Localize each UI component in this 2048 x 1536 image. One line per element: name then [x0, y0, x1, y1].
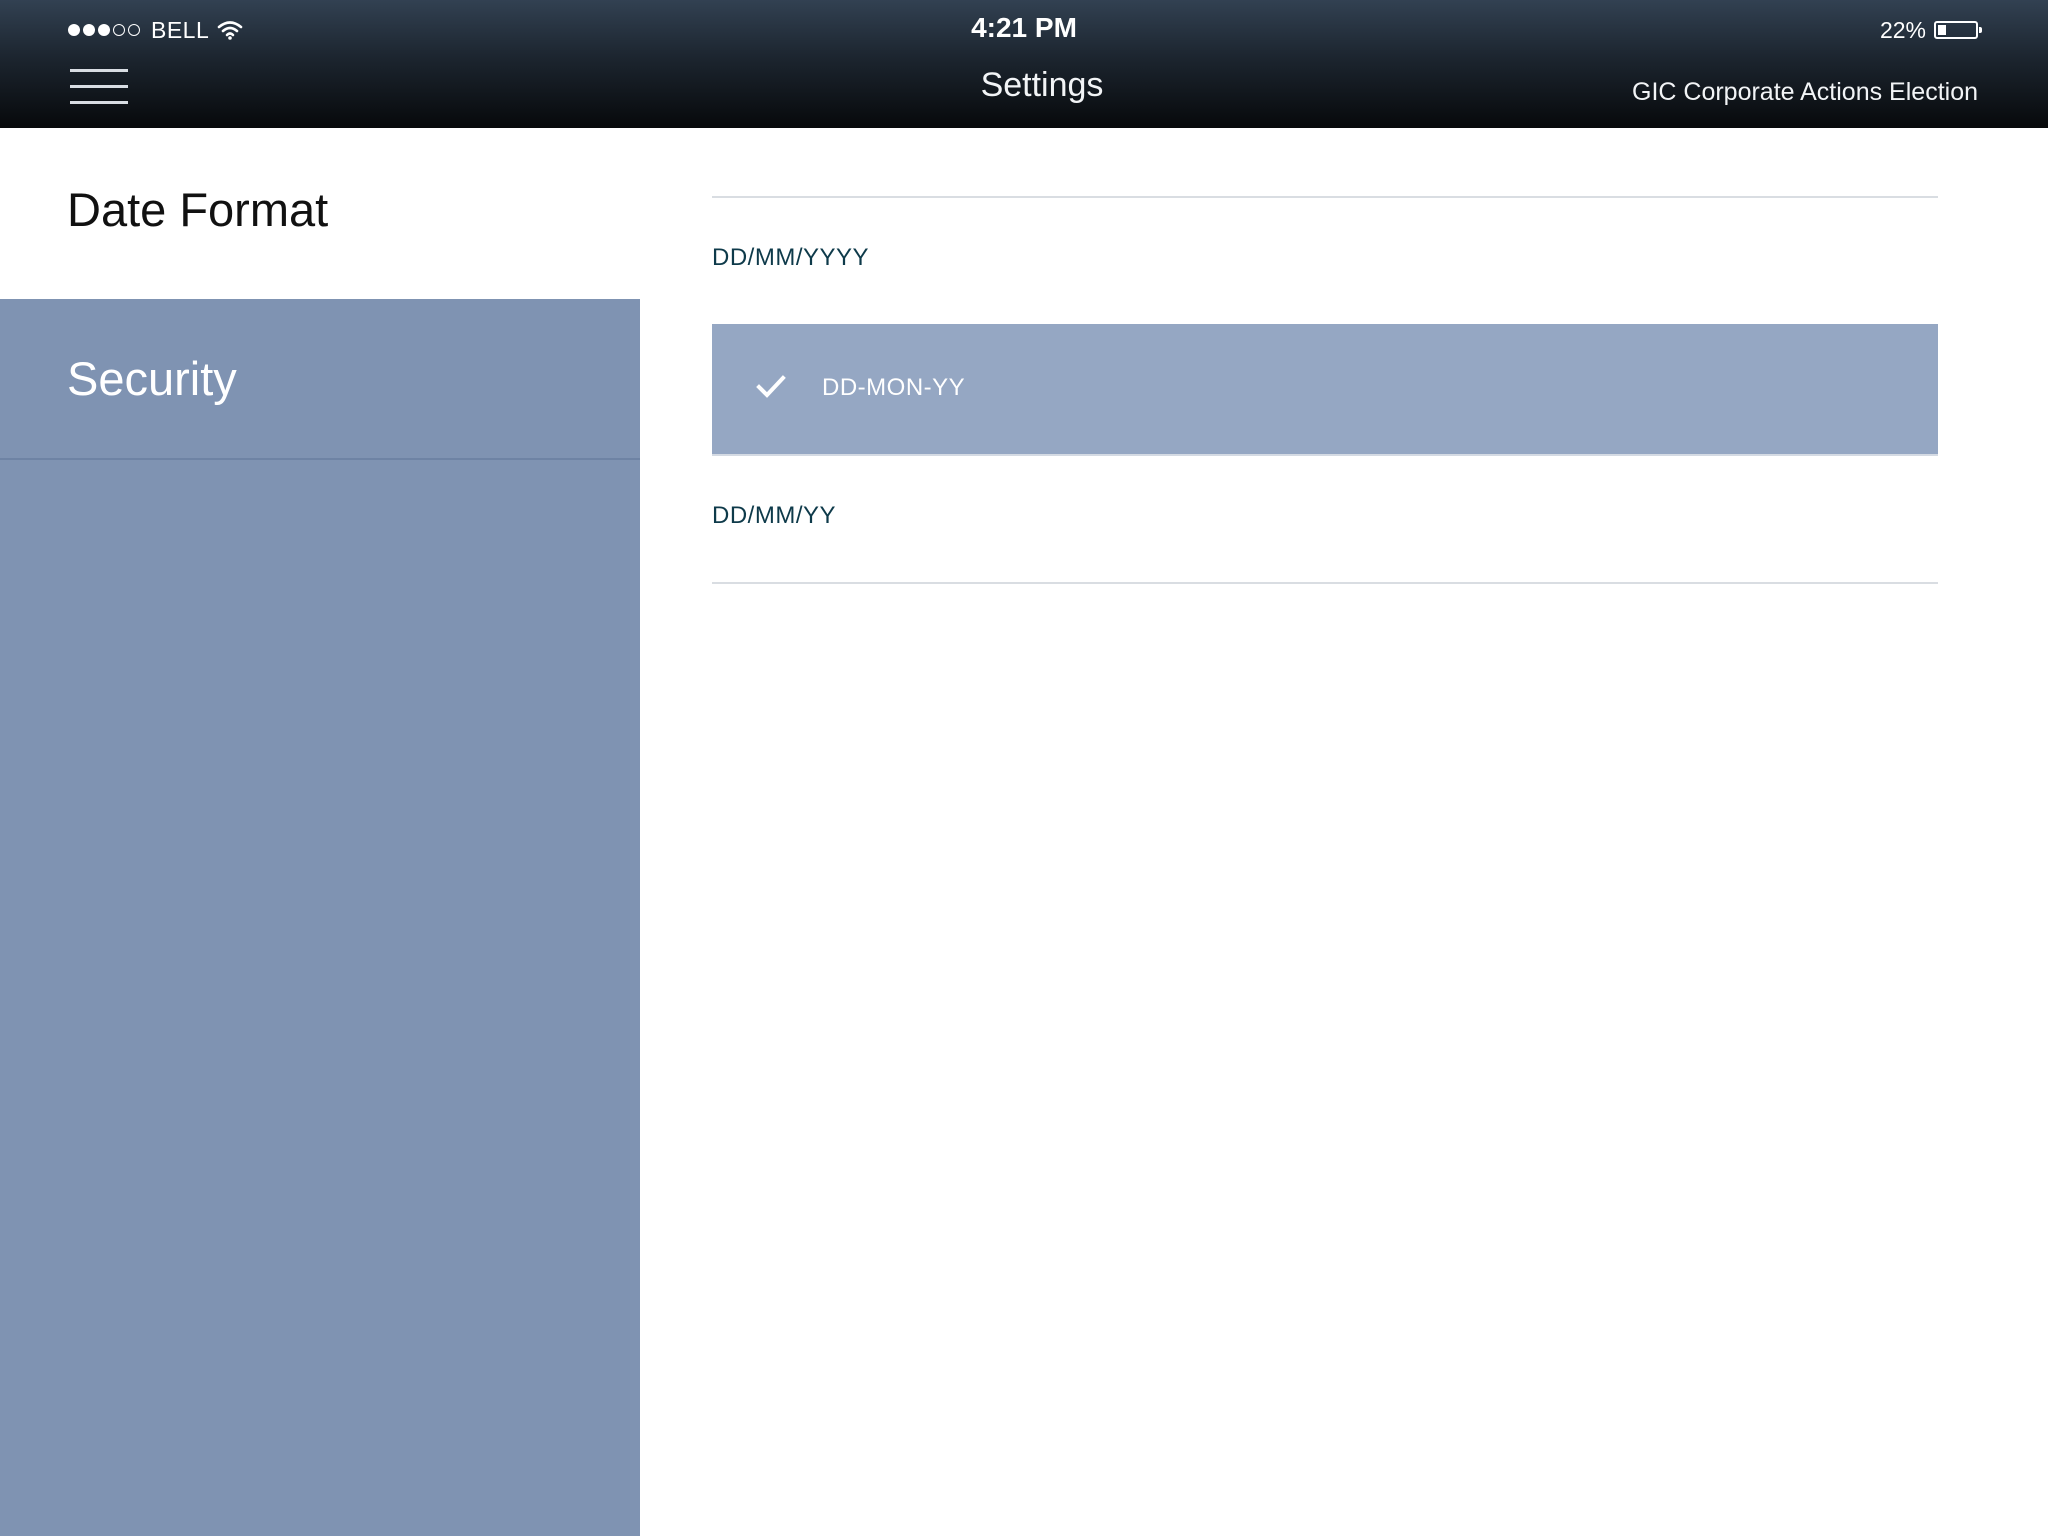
checkmark-icon — [756, 375, 786, 398]
app-name: GIC Corporate Actions Election — [1632, 78, 1978, 106]
date-format-option-dd-mm-yyyy[interactable]: DD/MM/YYYY — [712, 196, 1938, 324]
sidebar-item-date-format[interactable]: Date Format — [0, 128, 640, 299]
battery-percent: 22% — [1879, 16, 1926, 43]
battery-icon — [1934, 21, 1982, 39]
sidebar-item-label: Security — [67, 352, 237, 405]
date-format-option-dd-mm-yy[interactable]: DD/MM/YY — [712, 456, 1938, 584]
sidebar-item-security[interactable]: Security — [0, 299, 640, 460]
sidebar-item-label: Date Format — [67, 183, 329, 236]
option-label: DD/MM/YY — [712, 502, 836, 529]
top-bar: BELL 4:21 PM 22% Settings GIC Corporate … — [0, 0, 2048, 128]
date-format-option-dd-mon-yy[interactable]: DD-MON-YY — [712, 324, 1938, 456]
date-format-options: DD/MM/YYYY DD-MON-YY DD/MM/YY — [712, 196, 1938, 584]
sidebar: Date Format Security — [0, 128, 640, 1536]
status-time: 4:21 PM — [971, 12, 1077, 43]
option-label: DD/MM/YYYY — [712, 244, 870, 271]
option-label: DD-MON-YY — [822, 374, 966, 401]
status-right: 22% — [1879, 14, 1982, 46]
